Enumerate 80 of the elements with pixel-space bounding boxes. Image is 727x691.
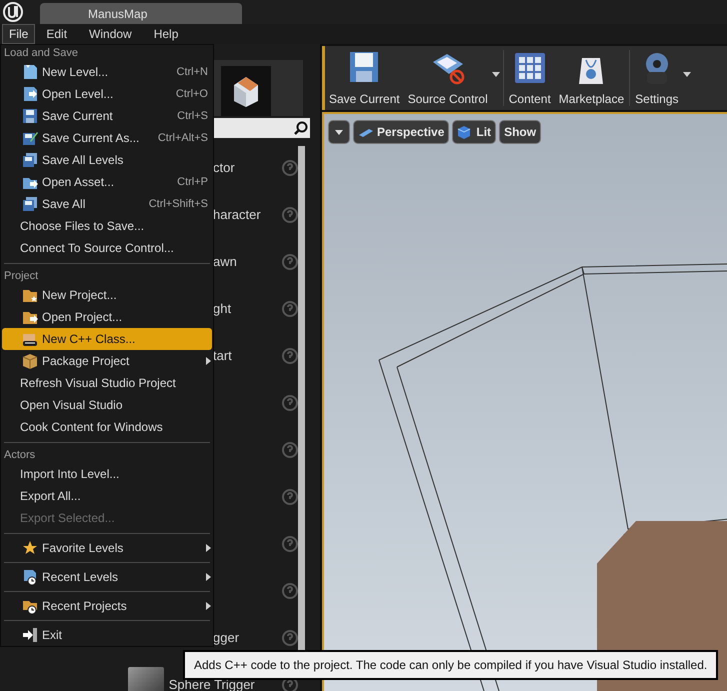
menu-item[interactable]: Refresh Visual Studio Project	[2, 372, 212, 394]
menu-item[interactable]: Edit	[35, 24, 78, 44]
menu-item[interactable]: Save Current Ctrl+S	[2, 105, 212, 127]
menu-item[interactable]: Import Into Level...	[2, 463, 212, 485]
search-icon	[294, 121, 308, 135]
section-header: Load and Save	[3, 46, 80, 61]
menu-item[interactable]: Recent Projects	[2, 596, 212, 616]
actor-name: tart	[213, 346, 233, 365]
tooltip: Adds C++ code to the project. The code can only be compiled if you have Visual Studio installed.	[183, 650, 718, 680]
floppy-pencil-icon	[22, 130, 38, 146]
document-clock-icon	[22, 569, 38, 585]
menu-item[interactable]: Choose Files to Save...	[2, 215, 212, 237]
menu-item[interactable]: Save All Levels	[2, 149, 212, 171]
viewport-option-button[interactable]: Show	[499, 120, 542, 144]
help-icon	[282, 254, 298, 270]
viewport-option-button[interactable]: Lit	[452, 120, 496, 144]
actor-name: gger	[213, 628, 240, 647]
package-box-icon	[22, 353, 38, 369]
dropdown-button[interactable]	[328, 120, 350, 144]
floppy-stack-icon	[22, 196, 38, 212]
star-icon	[22, 540, 38, 556]
shortcut-text: Ctrl+N	[176, 64, 208, 80]
submenu-arrow-icon	[206, 357, 211, 365]
menu-item[interactable]: Open Visual Studio	[2, 394, 212, 416]
menu-item[interactable]: Exit	[2, 625, 212, 645]
shortcut-text: Ctrl+P	[177, 174, 208, 190]
toolbar-button[interactable]: Settings	[631, 46, 693, 110]
document-icon	[22, 64, 38, 80]
toolbar-button[interactable]: Content	[504, 46, 555, 110]
menu-item[interactable]: Package Project	[2, 350, 212, 372]
shortcut-text: Ctrl+Alt+S	[158, 130, 208, 146]
help-icon	[282, 300, 298, 316]
section-header: Project	[3, 268, 40, 284]
folder-clock-icon	[22, 598, 38, 614]
help-icon	[282, 160, 298, 176]
menu-item[interactable]: Recent Levels	[2, 567, 212, 587]
level-tab[interactable]: ManusMap	[40, 3, 242, 24]
engine-logo-icon	[2, 2, 24, 22]
submenu-arrow-icon	[206, 573, 211, 581]
folder-star-icon	[22, 287, 38, 303]
floppy-stack-icon	[22, 152, 38, 168]
class-icon	[22, 331, 38, 347]
exit-door-icon	[22, 627, 38, 643]
shortcut-text: Ctrl+S	[177, 108, 208, 124]
toolbar-button[interactable]: Source Control	[404, 46, 502, 110]
help-icon	[282, 630, 298, 646]
menu-item[interactable]: Favorite Levels	[2, 538, 212, 558]
actor-name: ctor	[213, 158, 236, 177]
actor-name: awn	[213, 252, 238, 271]
search-field[interactable]	[213, 118, 310, 138]
menu-item[interactable]: Help	[142, 24, 190, 44]
menu-item[interactable]: Export All...	[2, 485, 212, 507]
help-icon	[282, 206, 298, 222]
caret-icon	[335, 130, 343, 134]
menu-item[interactable]: Open Project...	[2, 306, 212, 328]
actor-name: haracter	[213, 206, 262, 224]
menu-item[interactable]: Save All Ctrl+Shift+S	[2, 193, 212, 215]
help-icon	[282, 348, 298, 364]
toolbar-button[interactable]: Marketplace	[554, 46, 628, 110]
menu-item[interactable]: File	[2, 24, 36, 44]
submenu-arrow-icon	[206, 602, 211, 610]
menu-item[interactable]: Open Asset... Ctrl+P	[2, 171, 212, 193]
caret-icon	[682, 72, 691, 77]
folder-arrow-icon	[22, 309, 38, 325]
menu-item[interactable]: Window	[78, 24, 143, 44]
menu-item[interactable]: Cook Content for Windows	[2, 416, 212, 438]
menu-item[interactable]: Open Level... Ctrl+O	[2, 83, 212, 105]
submenu-arrow-icon	[206, 544, 211, 552]
section-header: Actors	[3, 448, 36, 463]
menu-item[interactable]: Connect To Source Control...	[2, 237, 212, 259]
menu-item[interactable]: Save Current As... Ctrl+Alt+S	[2, 127, 212, 149]
caret-icon	[492, 72, 500, 77]
menu-item[interactable]: New Level... Ctrl+N	[2, 61, 212, 83]
shortcut-text: Ctrl+Shift+S	[148, 196, 208, 212]
toolbar-button[interactable]: Save Current	[325, 46, 404, 110]
shortcut-text: Ctrl+O	[176, 86, 208, 102]
viewport-option-button[interactable]: Perspective	[353, 120, 450, 144]
menu-item[interactable]: New Project...	[2, 284, 212, 306]
menu-item[interactable]: New C++ Class...	[2, 328, 212, 350]
actor-name: ght	[213, 300, 232, 318]
